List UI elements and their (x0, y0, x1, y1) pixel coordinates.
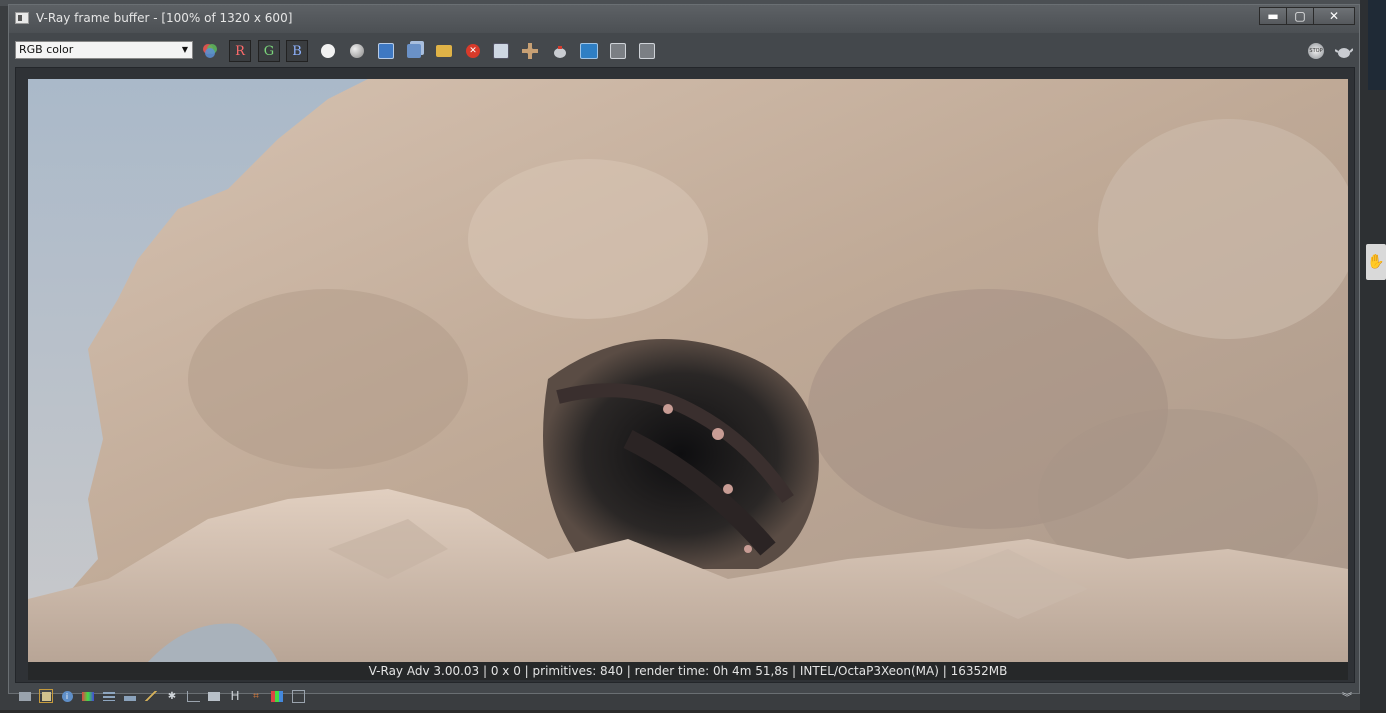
teapot-icon (554, 46, 566, 58)
color-clamping-button[interactable] (199, 40, 221, 62)
exposure-button[interactable] (186, 689, 200, 703)
save-all-icon (407, 44, 421, 58)
blue-channel-toggle[interactable]: B (286, 40, 308, 62)
white-circle-icon (321, 44, 335, 58)
lens-effects-button[interactable] (636, 40, 658, 62)
panel-icon (19, 691, 31, 701)
close-button[interactable]: ✕ (1313, 7, 1355, 25)
chevron-down-icon: ▼ (181, 45, 189, 54)
window-title: V-Ray frame buffer - [100% of 1320 x 600… (36, 11, 293, 25)
background-left-strip (0, 240, 8, 440)
maximize-button[interactable]: ▢ (1286, 7, 1314, 25)
histogram-button[interactable] (123, 689, 137, 703)
region-render-button[interactable] (607, 40, 629, 62)
toolbar: RGB color ▼ R G B ✕ STOP (9, 33, 1359, 65)
window-app-icon (15, 12, 29, 24)
pixel-info-icon (291, 689, 305, 703)
hand-icon: ✋ (1367, 254, 1385, 270)
exposure-icon (186, 690, 200, 702)
curves-icon (145, 691, 157, 701)
color-bars-icon (271, 690, 283, 702)
grey-circle-icon (350, 44, 364, 58)
background-right-accent (1368, 0, 1386, 90)
red-channel-toggle[interactable]: R (229, 40, 251, 62)
hsl-icon (82, 691, 94, 701)
lens-effects-icon (639, 43, 655, 59)
duplicate-to-vfb-button[interactable] (490, 40, 512, 62)
duplicate-icon (493, 43, 509, 59)
render-button[interactable] (1333, 40, 1355, 62)
lut-icon (208, 691, 220, 701)
channel-select[interactable]: RGB color ▼ (15, 41, 193, 59)
info-icon: i (61, 690, 73, 702)
curves-button[interactable] (144, 689, 158, 703)
histogram-icon (124, 691, 136, 701)
color-wheel-icon (203, 44, 217, 58)
minimize-button[interactable]: ▬ (1259, 7, 1287, 25)
levels-button[interactable] (102, 689, 116, 703)
track-mouse-button[interactable] (519, 40, 541, 62)
background-hand-tool[interactable]: ✋ (1366, 244, 1386, 280)
hsl-button[interactable] (81, 689, 95, 703)
folder-icon (436, 45, 452, 57)
green-channel-toggle[interactable]: G (258, 40, 280, 62)
open-folder-button[interactable] (433, 40, 455, 62)
clear-icon: ✕ (466, 44, 480, 58)
crosshair-icon (522, 43, 538, 59)
clear-image-button[interactable]: ✕ (462, 40, 484, 62)
settings-button[interactable]: ✱ (165, 689, 179, 703)
vray-frame-buffer-window: V-Ray frame buffer - [100% of 1320 x 600… (8, 4, 1360, 694)
history-button[interactable]: H (228, 689, 242, 703)
levels-icon (103, 691, 115, 701)
color-bars-button[interactable] (270, 689, 284, 703)
save-image-button[interactable] (375, 40, 397, 62)
title-bar[interactable]: V-Ray frame buffer - [100% of 1320 x 600… (9, 5, 1359, 33)
panel-toggle-button[interactable] (18, 689, 32, 703)
render-status-bar: V-Ray Adv 3.00.03 | 0 x 0 | primitives: … (28, 662, 1348, 680)
region-button[interactable]: ⌗ (249, 689, 263, 703)
lut-button[interactable] (207, 689, 221, 703)
info-button[interactable]: i (60, 689, 74, 703)
channel-select-value: RGB color (19, 43, 74, 56)
background-right-panel (1360, 0, 1386, 710)
corrections-icon (41, 691, 51, 701)
corrections-button[interactable] (39, 689, 53, 703)
save-icon (378, 43, 394, 59)
save-all-button[interactable] (403, 40, 425, 62)
render-last-button[interactable] (549, 40, 571, 62)
ab-compare-icon (580, 43, 598, 59)
view-alpha-button[interactable] (317, 40, 339, 62)
teapot-render-icon (1335, 48, 1353, 58)
region-brackets-icon: ⌗ (253, 690, 259, 702)
monochrome-button[interactable] (346, 40, 368, 62)
render-viewport[interactable]: V-Ray Adv 3.00.03 | 0 x 0 | primitives: … (15, 67, 1355, 683)
expand-panel-button[interactable]: ︾ (1340, 689, 1354, 704)
gear-icon: ✱ (167, 690, 177, 702)
compare-ab-button[interactable] (578, 40, 600, 62)
rendered-cave-image (28, 79, 1348, 662)
chevron-double-down-icon: ︾ (1342, 692, 1352, 704)
stop-render-button[interactable]: STOP (1305, 40, 1327, 62)
stop-icon: STOP (1308, 43, 1324, 59)
pixel-info-button[interactable] (291, 689, 305, 703)
render-image[interactable] (28, 79, 1348, 662)
region-icon (610, 43, 626, 59)
